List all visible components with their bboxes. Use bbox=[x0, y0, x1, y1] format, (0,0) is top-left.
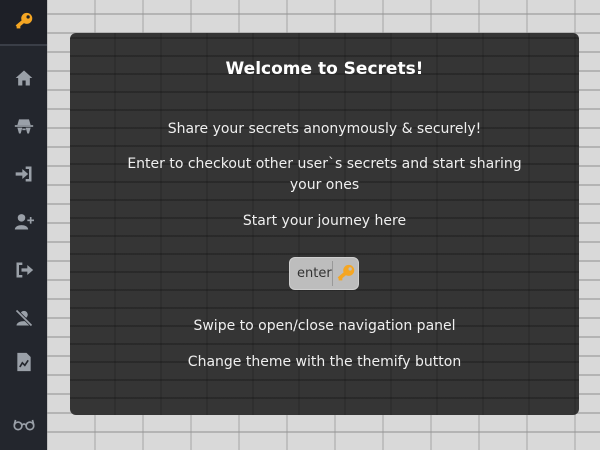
description-text: Enter to checkout other user`s secrets a… bbox=[127, 156, 522, 193]
enter-button-label: enter bbox=[297, 266, 332, 281]
register-button[interactable] bbox=[0, 202, 47, 242]
home-button[interactable] bbox=[0, 58, 47, 98]
swipe-hint-text: Swipe to open/close navigation panel bbox=[193, 318, 456, 334]
home-icon bbox=[15, 70, 32, 86]
sign-out-button[interactable] bbox=[0, 250, 47, 290]
page-title: Welcome to Secrets! bbox=[225, 59, 424, 79]
logo-button[interactable] bbox=[0, 0, 47, 46]
key-icon bbox=[337, 264, 355, 281]
tagline-text: Share your secrets anonymously & securel… bbox=[167, 121, 482, 137]
sign-out-icon bbox=[16, 262, 33, 278]
sign-in-button[interactable] bbox=[0, 154, 47, 194]
journey-text: Start your journey here bbox=[242, 213, 407, 229]
welcome-panel: Welcome to Secrets! Share your secrets a… bbox=[70, 33, 579, 415]
secrets-button[interactable] bbox=[0, 106, 47, 146]
enter-button[interactable]: enter bbox=[289, 257, 359, 290]
incognito-icon bbox=[14, 119, 33, 134]
key-logo-icon bbox=[15, 12, 32, 29]
stats-button[interactable] bbox=[0, 342, 47, 382]
glasses-icon bbox=[12, 419, 35, 431]
theme-hint-text: Change theme with the themify button bbox=[187, 354, 462, 370]
enter-button-divider bbox=[332, 261, 333, 286]
navigation-sidebar bbox=[0, 0, 47, 450]
user-slash-icon bbox=[14, 309, 33, 327]
sign-in-icon bbox=[15, 166, 31, 182]
add-user-icon bbox=[14, 214, 34, 230]
themify-button[interactable] bbox=[0, 405, 47, 445]
delete-account-button[interactable] bbox=[0, 298, 47, 338]
file-chart-icon bbox=[16, 352, 31, 372]
